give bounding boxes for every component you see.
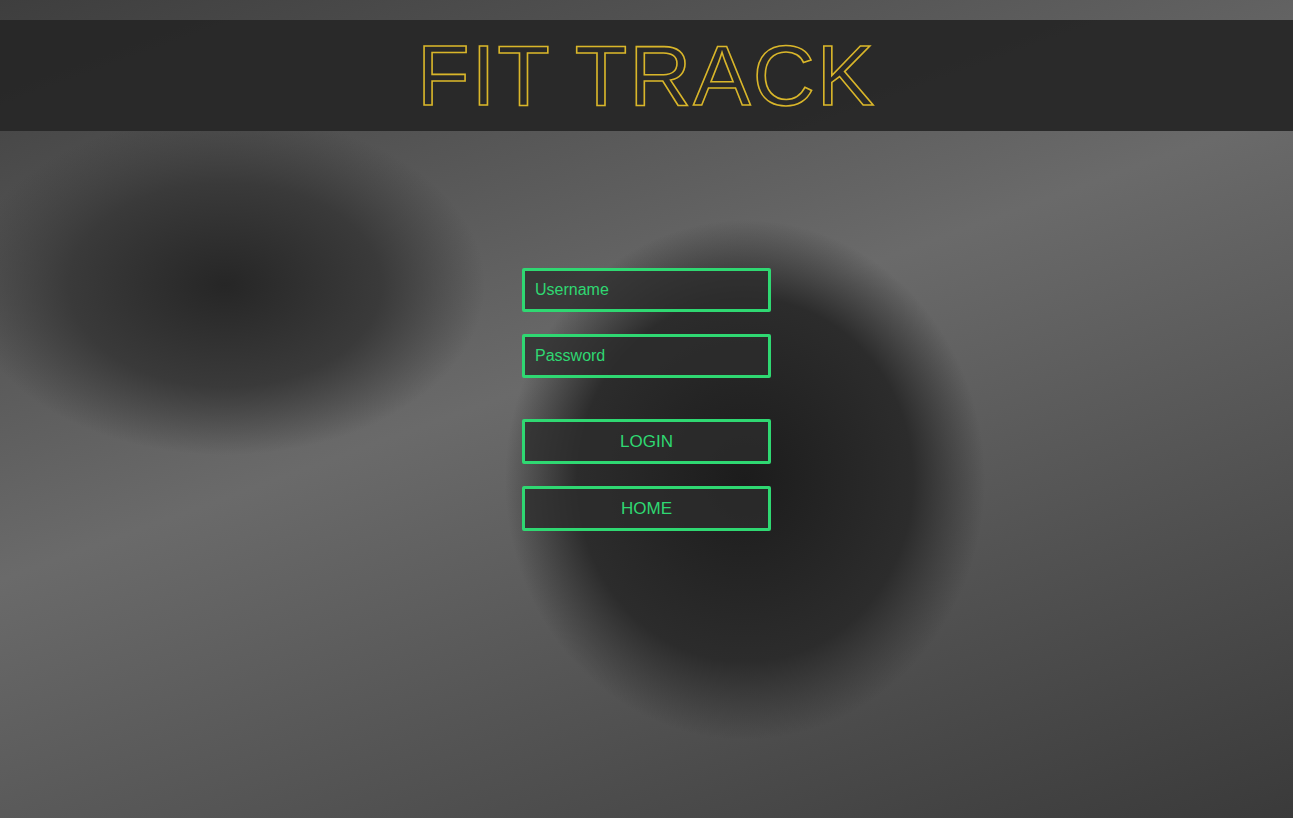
login-fields xyxy=(522,268,771,378)
login-button[interactable]: LOGIN xyxy=(522,419,771,464)
header-bar: FIT TRACK xyxy=(0,20,1293,131)
login-form: LOGIN HOME xyxy=(522,268,771,531)
password-input[interactable] xyxy=(522,334,771,378)
form-buttons: LOGIN HOME xyxy=(522,419,771,531)
username-input[interactable] xyxy=(522,268,771,312)
home-button[interactable]: HOME xyxy=(522,486,771,531)
app-title: FIT TRACK xyxy=(417,30,876,120)
background-photo: FIT TRACK LOGIN HOME xyxy=(0,0,1293,818)
